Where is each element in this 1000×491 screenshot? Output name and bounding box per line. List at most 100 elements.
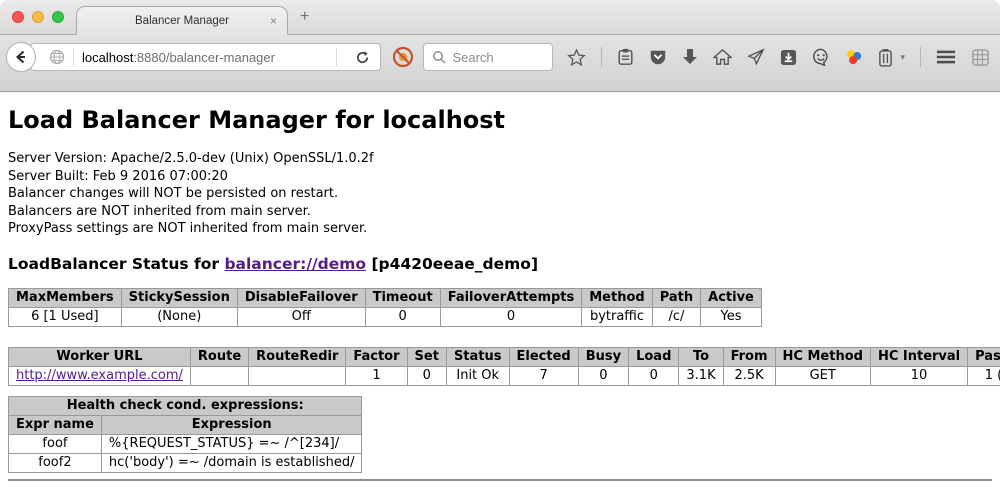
- chat-addon-button[interactable]: [812, 48, 830, 66]
- table-row: 6 [1 Used] (None) Off 0 0 bytraffic /c/ …: [9, 307, 762, 326]
- page-content: Load Balancer Manager for localhost Serv…: [0, 92, 1000, 481]
- server-info: Server Version: Apache/2.5.0-dev (Unix) …: [8, 150, 992, 238]
- cell-method: bytraffic: [582, 307, 652, 326]
- cell-busy: 0: [578, 366, 628, 385]
- search-placeholder: Search: [452, 50, 493, 65]
- bookmark-star-button[interactable]: [567, 48, 586, 67]
- col-disablefailover: DisableFailover: [237, 288, 365, 307]
- chevron-down-icon[interactable]: ▾: [900, 52, 905, 63]
- worker-row: http://www.example.com/ 1 0 Init Ok 7 0 …: [9, 366, 1000, 385]
- col-hc-method: HC Method: [775, 347, 870, 366]
- window-close-button[interactable]: [12, 11, 24, 23]
- cell-timeout: 0: [365, 307, 440, 326]
- col-status: Status: [446, 347, 509, 366]
- cell-hc-method: GET: [775, 366, 870, 385]
- balancer-demo-link[interactable]: balancer://demo: [224, 255, 366, 273]
- page-title: Load Balancer Manager for localhost: [8, 106, 992, 134]
- plugin-blocked-icon[interactable]: [391, 45, 415, 69]
- send-button[interactable]: [747, 48, 765, 66]
- server-built-line: Server Built: Feb 9 2016 07:00:20: [8, 168, 992, 186]
- back-arrow-icon: [13, 49, 29, 65]
- table-header-row: Expr name Expression: [9, 415, 362, 434]
- tab-balancer-manager[interactable]: Balancer Manager ×: [76, 6, 288, 35]
- navigation-toolbar: localhost:8880/balancer-manager Search: [0, 35, 1000, 92]
- new-tab-button[interactable]: +: [300, 8, 309, 26]
- smiley-balloon-icon: [812, 48, 830, 66]
- col-set: Set: [407, 347, 446, 366]
- bookmarks-menu-button[interactable]: [617, 48, 634, 66]
- pocket-button[interactable]: [649, 48, 667, 66]
- status-suffix: [p4420eeae_demo]: [366, 255, 538, 273]
- home-icon: [713, 48, 732, 66]
- grid-addon-button[interactable]: [971, 48, 990, 67]
- cell-routeredir: [249, 366, 346, 385]
- reload-separator: [336, 48, 337, 66]
- cell-hc-interval: 10: [870, 366, 967, 385]
- colored-dots-addon-button[interactable]: [845, 48, 863, 66]
- worker-url-link[interactable]: http://www.example.com/: [16, 368, 183, 383]
- tab-close-icon[interactable]: ×: [270, 14, 277, 28]
- table-header-row: MaxMembers StickySession DisableFailover…: [9, 288, 762, 307]
- menu-button[interactable]: [936, 49, 956, 65]
- col-method: Method: [582, 288, 652, 307]
- col-passes: Passes: [968, 347, 1000, 366]
- table-header-row: Worker URL Route RouteRedir Factor Set S…: [9, 347, 1000, 366]
- health-table-title: Health check cond. expressions:: [9, 396, 362, 415]
- col-route: Route: [190, 347, 248, 366]
- download-arrow-icon: [682, 48, 698, 66]
- server-version-line: Server Version: Apache/2.5.0-dev (Unix) …: [8, 150, 992, 168]
- save-square-icon: [780, 49, 797, 66]
- tab-title: Balancer Manager: [135, 15, 229, 27]
- cell-load: 0: [629, 366, 679, 385]
- save-addon-button[interactable]: [780, 49, 797, 66]
- col-busy: Busy: [578, 347, 628, 366]
- clipboard-icon: [617, 48, 634, 66]
- battery-icon: [878, 48, 893, 67]
- col-routeredir: RouteRedir: [249, 347, 346, 366]
- identity-separator: [73, 48, 74, 66]
- col-worker-url: Worker URL: [9, 347, 191, 366]
- search-icon: [432, 50, 446, 64]
- back-button[interactable]: [6, 42, 36, 72]
- col-from: From: [723, 347, 775, 366]
- col-stickysession: StickySession: [121, 288, 237, 307]
- cell-active: Yes: [701, 307, 762, 326]
- cell-status: Init Ok: [446, 366, 509, 385]
- globe-icon: [49, 49, 65, 65]
- col-maxmembers: MaxMembers: [9, 288, 122, 307]
- colored-dots-icon: [845, 48, 863, 66]
- battery-addon-button[interactable]: [878, 48, 893, 67]
- url-bar[interactable]: localhost:8880/balancer-manager: [30, 43, 381, 71]
- reload-icon: [355, 50, 370, 65]
- col-expression: Expression: [101, 415, 362, 434]
- browser-window: Balancer Manager × + localhost:8880/bala…: [0, 0, 1000, 491]
- cell-path: /c/: [652, 307, 700, 326]
- cell-route: [190, 366, 248, 385]
- reload-button[interactable]: [345, 50, 380, 65]
- loadbalancer-status-heading: LoadBalancer Status for balancer://demo …: [8, 255, 992, 273]
- col-active: Active: [701, 288, 762, 307]
- col-hc-interval: HC Interval: [870, 347, 967, 366]
- toolbar-icons: ▾: [567, 42, 990, 72]
- url-text[interactable]: localhost:8880/balancer-manager: [82, 50, 336, 65]
- search-bar[interactable]: Search: [423, 43, 553, 71]
- window-minimize-button[interactable]: [32, 11, 44, 23]
- toolbar-separator: [601, 47, 602, 67]
- window-zoom-button[interactable]: [52, 11, 64, 23]
- cell-expr-name: foof2: [9, 453, 102, 472]
- inherit-warning-line: Balancers are NOT inherited from main se…: [8, 203, 992, 221]
- col-failoverattempts: FailoverAttempts: [440, 288, 582, 307]
- home-button[interactable]: [713, 48, 732, 66]
- col-factor: Factor: [346, 347, 407, 366]
- cell-expr-name: foof: [9, 434, 102, 453]
- col-timeout: Timeout: [365, 288, 440, 307]
- downloads-button[interactable]: [682, 48, 698, 66]
- star-icon: [567, 48, 586, 67]
- cell-worker-url: http://www.example.com/: [9, 366, 191, 385]
- cell-expression: hc('body') =~ /domain is established/: [101, 453, 362, 472]
- paper-plane-icon: [747, 48, 765, 66]
- col-expr-name: Expr name: [9, 415, 102, 434]
- cell-failoverattempts: 0: [440, 307, 582, 326]
- health-check-table: Health check cond. expressions: Expr nam…: [8, 396, 362, 473]
- tab-bar: Balancer Manager × +: [0, 0, 1000, 35]
